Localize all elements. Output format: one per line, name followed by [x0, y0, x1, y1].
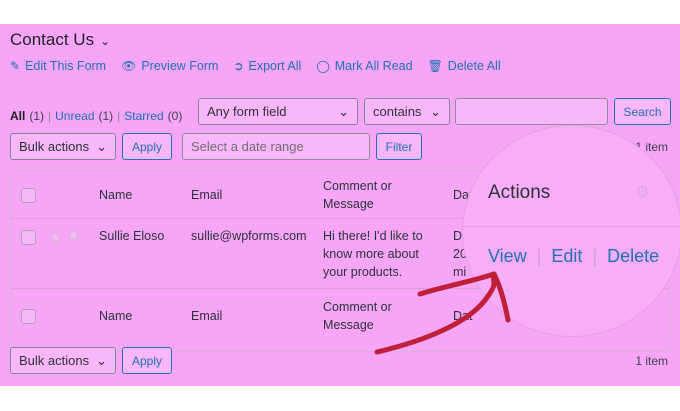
- arrow-head: [417, 271, 511, 323]
- entries-screen: Contact Us ⌄ ✎ Edit This Form 👁 Preview …: [0, 24, 680, 386]
- annotation-arrow: [374, 271, 511, 355]
- arrow-shaft: [374, 271, 497, 355]
